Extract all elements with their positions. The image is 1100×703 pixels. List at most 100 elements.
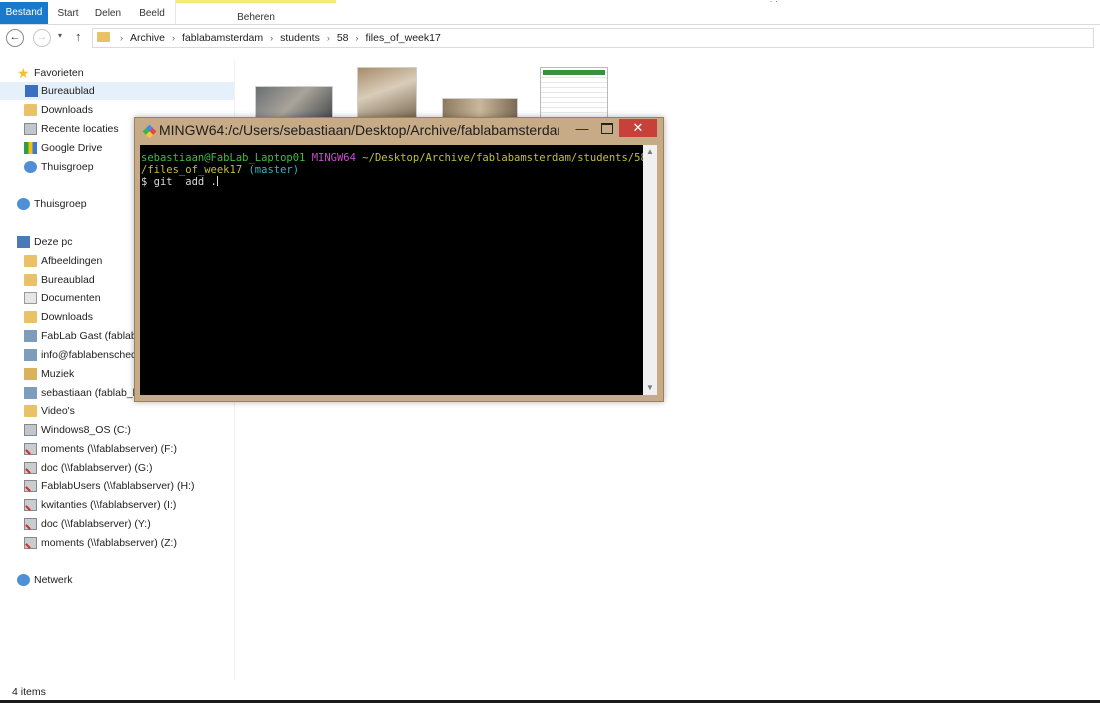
breadcrumb-list: › Archive › fablabamsterdam › students ›…	[113, 29, 441, 47]
user-folder-icon	[24, 330, 37, 342]
downloads-folder-icon	[24, 104, 37, 116]
nav-label: Muziek	[41, 368, 75, 380]
window-caption-marks-icon: ˙ ˙	[770, 0, 779, 10]
nav-label: Thuisgroep	[34, 198, 87, 210]
command-line: $ git add .	[141, 176, 217, 188]
tab-beeld[interactable]: Beeld	[130, 4, 174, 24]
nav-label: Downloads	[41, 311, 93, 323]
recent-locations-icon	[24, 123, 37, 135]
prompt-path-line1: ~/Desktop/Archive/fablabamsterdam/studen…	[362, 152, 647, 164]
scroll-up-icon[interactable]: ▲	[646, 147, 654, 156]
contextual-tab-group: Beheren	[175, 0, 336, 24]
nav-label: kwitanties (\\fablabserver) (I:)	[41, 499, 177, 511]
item-count: 4 items	[12, 686, 46, 698]
nav-label: moments (\\fablabserver) (F:)	[41, 443, 177, 455]
desktop-icon	[25, 85, 38, 97]
pictures-folder-icon	[24, 255, 37, 267]
star-icon: ★	[17, 65, 30, 81]
close-button[interactable]: ✕	[619, 119, 657, 137]
nav-label: Favorieten	[34, 67, 84, 79]
scroll-down-icon[interactable]: ▼	[646, 383, 654, 392]
file-thumbnail[interactable]	[540, 67, 608, 119]
address-bar: ← → ▾ ↑ › Archive › fablabamsterdam › st…	[0, 25, 1100, 52]
nav-label: Google Drive	[41, 142, 103, 154]
nav-label: doc (\\fablabserver) (G:)	[41, 462, 153, 474]
disconnected-network-drive-icon	[24, 537, 37, 549]
videos-folder-icon	[24, 405, 37, 417]
text-cursor	[216, 176, 218, 186]
nav-label: Netwerk	[34, 574, 73, 586]
documents-folder-icon	[24, 292, 37, 304]
downloads-folder-icon	[24, 311, 37, 323]
terminal-scrollbar[interactable]: ▲ ▼	[643, 145, 657, 395]
prompt-env: MINGW64	[311, 152, 356, 164]
hard-drive-icon	[24, 424, 37, 436]
prompt-branch: (master)	[248, 163, 300, 176]
chevron-right-icon[interactable]: ›	[120, 33, 123, 43]
homegroup-icon	[17, 198, 30, 210]
nav-label: sebastiaan (fablab_l	[41, 387, 135, 399]
folder-icon	[97, 32, 110, 42]
nav-label: doc (\\fablabserver) (Y:)	[41, 518, 151, 530]
forward-button[interactable]: →	[33, 29, 51, 47]
nav-label: Recente locaties	[41, 123, 119, 135]
recent-locations-chevron-icon[interactable]: ▾	[58, 31, 62, 40]
breadcrumb-files-of-week17[interactable]: files_of_week17	[366, 32, 441, 44]
disconnected-network-drive-icon	[24, 443, 37, 455]
chevron-right-icon[interactable]: ›	[327, 33, 330, 43]
up-arrow-icon[interactable]: ↑	[75, 29, 82, 44]
nav-label: Documenten	[41, 292, 101, 304]
prompt-path-line2: /files_of_week17	[141, 163, 243, 176]
network-icon	[17, 574, 30, 586]
maximize-button[interactable]	[596, 120, 618, 138]
nav-label: Deze pc	[34, 236, 73, 248]
breadcrumb-58[interactable]: 58	[337, 32, 349, 44]
chevron-right-icon[interactable]: ›	[270, 33, 273, 43]
user-folder-icon	[24, 387, 37, 399]
breadcrumb-students[interactable]: students	[280, 32, 320, 44]
terminal-title: MINGW64:/c/Users/sebastiaan/Desktop/Arch…	[159, 122, 559, 138]
nav-label: Downloads	[41, 104, 93, 116]
nav-label: info@fablabensched	[41, 349, 137, 361]
nav-label: moments (\\fablabserver) (Z:)	[41, 537, 177, 549]
disconnected-network-drive-icon	[24, 462, 37, 474]
nav-label: Afbeeldingen	[41, 255, 103, 267]
mingw64-terminal-window[interactable]: MINGW64:/c/Users/sebastiaan/Desktop/Arch…	[134, 117, 664, 402]
user-folder-icon	[24, 349, 37, 361]
terminal-screen[interactable]: sebastiaan@FabLab_Laptop01 MINGW64 ~/Des…	[140, 145, 647, 395]
nav-label: Bureaublad	[41, 274, 95, 286]
ribbon-tabs: Bestand Start Delen Beeld Beheren ˙ ˙	[0, 0, 1100, 25]
desktop-folder-icon	[24, 274, 37, 286]
nav-item-bureaublad-favorite[interactable]: Bureaublad	[0, 82, 234, 100]
disconnected-network-drive-icon	[24, 480, 37, 492]
file-thumbnail[interactable]	[255, 86, 333, 118]
prompt-user: sebastiaan@FabLab_Laptop01	[141, 152, 306, 164]
terminal-output: sebastiaan@FabLab_Laptop01 MINGW64 ~/Des…	[141, 152, 647, 189]
computer-icon	[17, 236, 30, 248]
nav-label: FabLab Gast (fablab	[41, 330, 137, 342]
google-drive-icon	[24, 142, 37, 154]
breadcrumb-archive[interactable]: Archive	[130, 32, 165, 44]
homegroup-icon	[24, 161, 37, 173]
chevron-right-icon[interactable]: ›	[356, 33, 359, 43]
tab-delen[interactable]: Delen	[88, 4, 128, 24]
minimize-button[interactable]: —	[571, 120, 593, 138]
breadcrumb-fablabamsterdam[interactable]: fablabamsterdam	[182, 32, 263, 44]
tab-start[interactable]: Start	[50, 4, 86, 24]
nav-label: Bureaublad	[41, 85, 95, 97]
disconnected-network-drive-icon	[24, 499, 37, 511]
chevron-right-icon[interactable]: ›	[172, 33, 175, 43]
music-folder-icon	[24, 368, 37, 380]
mingw-app-icon	[142, 124, 157, 139]
file-thumbnail[interactable]	[357, 67, 417, 119]
spreadsheet-header-stripe	[543, 70, 605, 75]
disconnected-network-drive-icon	[24, 518, 37, 530]
nav-label: Video's	[41, 405, 75, 417]
contextual-tab-band	[176, 0, 336, 3]
nav-label: Windows8_OS (C:)	[41, 424, 131, 436]
nav-label: Thuisgroep	[41, 161, 94, 173]
nav-label: FablabUsers (\\fablabserver) (H:)	[41, 480, 195, 492]
breadcrumb[interactable]: › Archive › fablabamsterdam › students ›…	[92, 28, 1094, 48]
back-button[interactable]: ←	[6, 29, 24, 47]
tab-bestand[interactable]: Bestand	[0, 2, 48, 24]
